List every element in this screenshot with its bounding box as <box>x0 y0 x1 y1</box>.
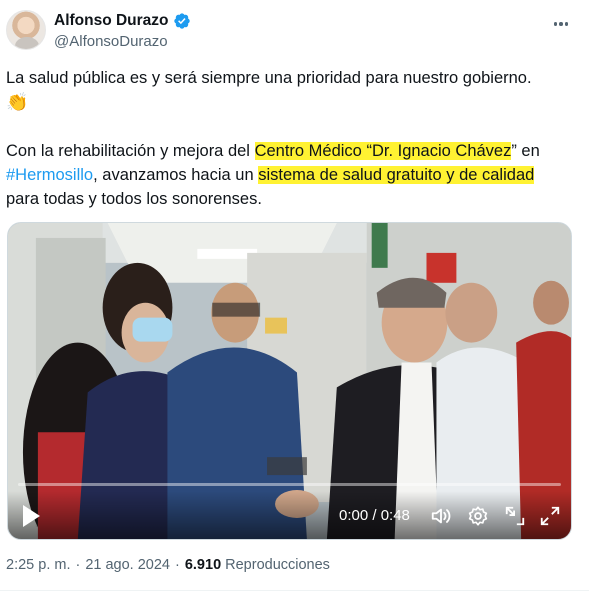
display-name[interactable]: Alfonso Durazo <box>54 12 169 30</box>
video-time: 0:00 / 0:48 <box>339 507 410 524</box>
verified-icon <box>173 13 190 29</box>
highlight-centro-medico: Centro Médico “Dr. Ignacio Chávez <box>254 142 512 160</box>
divider <box>0 590 589 591</box>
clap-emoji: 👏 <box>6 92 29 112</box>
volume-icon[interactable] <box>430 505 452 527</box>
post-time[interactable]: 2:25 p. m. <box>6 557 70 573</box>
views-label: Reproducciones <box>225 557 330 573</box>
highlight-sistema-salud: sistema de salud gratuito y de calidad <box>258 166 535 184</box>
tweet-meta: 2:25 p. m. · 21 ago. 2024 · 6.910 Reprod… <box>6 557 330 573</box>
avatar[interactable] <box>6 10 46 50</box>
settings-icon[interactable] <box>467 505 489 527</box>
meta-separator-2: · <box>175 557 180 573</box>
post-date[interactable]: 21 ago. 2024 <box>85 557 170 573</box>
tweet-paragraph-2: Con la rehabilitación y mejora del Centr… <box>6 142 540 208</box>
video-controls: 0:00 / 0:48 <box>8 491 571 539</box>
handle[interactable]: @AlfonsoDurazo <box>54 33 168 50</box>
video-player[interactable]: 0:00 / 0:48 <box>7 222 572 540</box>
more-options-icon[interactable] <box>549 12 573 36</box>
tweet-line-1: La salud pública es y será siempre una p… <box>6 69 532 87</box>
name-row: Alfonso Durazo <box>54 12 191 30</box>
tweet-text: La salud pública es y será siempre una p… <box>6 66 583 211</box>
view-count: 6.910 <box>184 557 222 573</box>
fullscreen-icon[interactable] <box>539 505 561 527</box>
exit-fullscreen-icon[interactable] <box>504 505 526 527</box>
meta-separator: · <box>75 557 81 573</box>
hashtag-hermosillo[interactable]: #Hermosillo <box>6 166 93 184</box>
video-progress-bar[interactable] <box>18 483 561 486</box>
play-icon[interactable] <box>20 503 42 529</box>
tweet-header: Alfonso Durazo @AlfonsoDurazo <box>6 10 583 54</box>
